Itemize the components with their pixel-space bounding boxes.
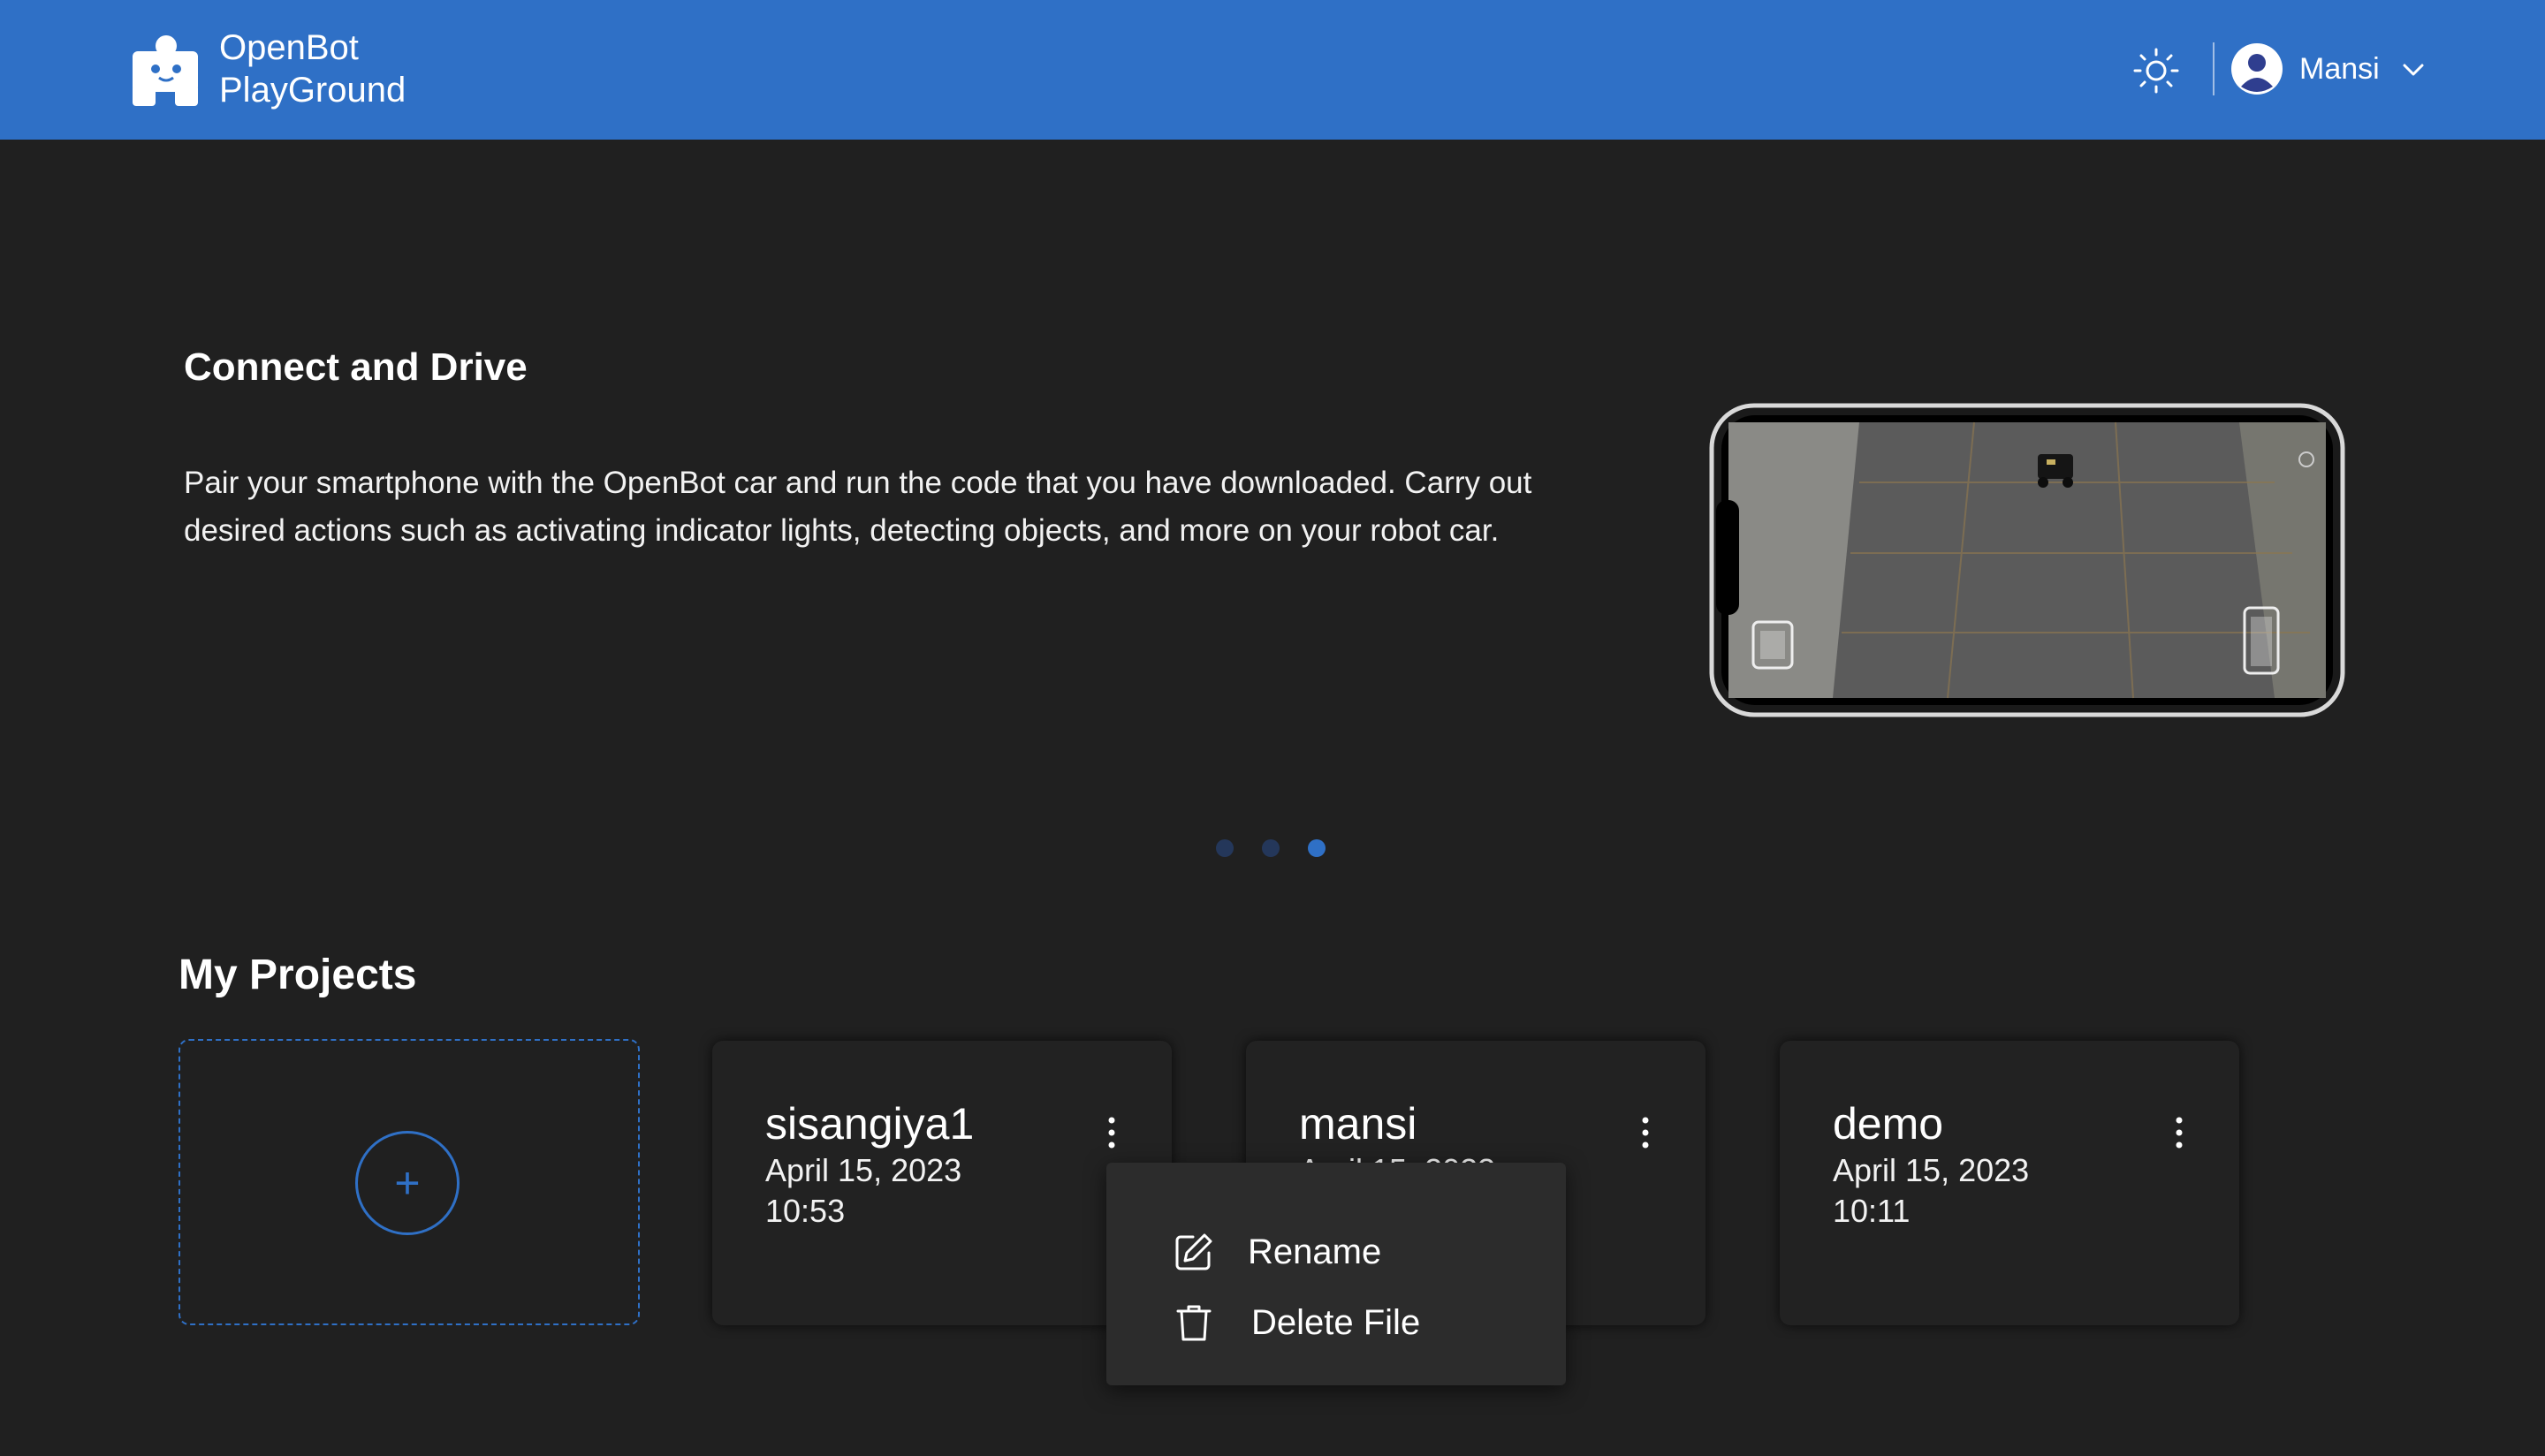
slide-title: Connect and Drive xyxy=(184,345,528,389)
project-name: demo xyxy=(1833,1099,1944,1149)
rename-menu-item[interactable]: Rename xyxy=(1106,1217,1566,1285)
project-date: April 15, 2023 xyxy=(765,1152,962,1188)
slide-description: Pair your smartphone with the OpenBot ca… xyxy=(184,466,1532,548)
header-divider xyxy=(2213,42,2215,95)
sun-icon[interactable] xyxy=(2131,46,2181,95)
project-time: 10:53 xyxy=(765,1193,846,1229)
project-card[interactable]: demo April 15, 2023 10:11 xyxy=(1780,1041,2239,1325)
carousel-dot-2[interactable] xyxy=(1262,839,1280,857)
project-name: sisangiya1 xyxy=(765,1099,975,1149)
app-header: OpenBot PlayGround Mansi xyxy=(0,0,2545,140)
chevron-down-icon[interactable] xyxy=(2398,55,2428,85)
user-avatar-icon[interactable] xyxy=(2230,42,2283,95)
edit-icon xyxy=(1175,1233,1212,1270)
projects-title: My Projects xyxy=(179,952,417,998)
add-project-icon[interactable]: + xyxy=(355,1131,460,1235)
carousel-dots xyxy=(1214,838,1338,859)
brand-line-1: OpenBot xyxy=(219,28,359,67)
brand-title[interactable]: OpenBot PlayGround xyxy=(219,27,406,111)
more-vertical-icon[interactable] xyxy=(1105,1115,1119,1150)
carousel-dot-1[interactable] xyxy=(1216,839,1234,857)
carousel-dot-3[interactable] xyxy=(1308,839,1326,857)
openbot-logo-icon[interactable] xyxy=(131,32,201,106)
delete-file-menu-item[interactable]: Delete File xyxy=(1106,1288,1566,1355)
project-context-menu: Rename Delete File xyxy=(1106,1163,1566,1385)
project-time: 10:11 xyxy=(1833,1193,1911,1229)
more-vertical-icon[interactable] xyxy=(2172,1115,2186,1150)
phone-illustration xyxy=(1709,403,2345,717)
new-project-card[interactable]: + xyxy=(179,1039,640,1325)
rename-label: Rename xyxy=(1248,1232,1382,1271)
delete-file-label: Delete File xyxy=(1251,1303,1421,1342)
brand-line-2: PlayGround xyxy=(219,71,406,110)
user-name[interactable]: Mansi xyxy=(2299,49,2380,88)
trash-icon xyxy=(1176,1305,1212,1341)
project-date: April 15, 2023 xyxy=(1833,1152,2030,1188)
more-vertical-icon[interactable] xyxy=(1638,1115,1652,1150)
project-card[interactable]: sisangiya1 April 15, 2023 10:53 xyxy=(712,1041,1172,1325)
project-name: mansi xyxy=(1299,1099,1417,1149)
